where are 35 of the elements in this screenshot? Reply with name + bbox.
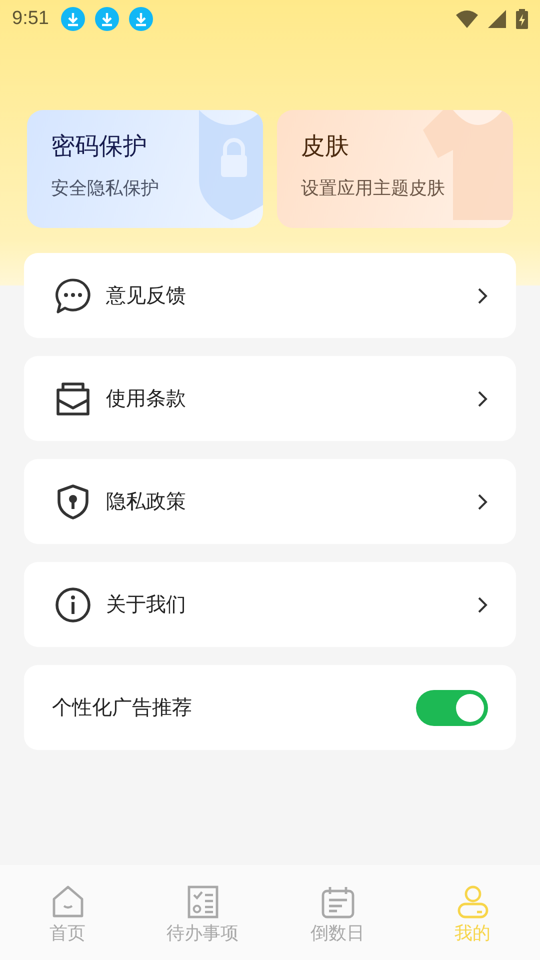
menu-item[interactable]: 隐私政策 — [24, 459, 516, 544]
mail-icon — [54, 380, 92, 418]
card-subtitle: 安全隐私保护 — [51, 177, 160, 200]
menu-label: 意见反馈 — [106, 282, 187, 309]
menu-item[interactable]: 意见反馈 — [24, 253, 516, 338]
menu-item[interactable]: 使用条款 — [24, 356, 516, 441]
feature-card[interactable]: 皮肤 设置应用主题皮肤 — [277, 110, 513, 228]
download-icon — [60, 7, 85, 31]
feature-card[interactable]: 密码保护 安全隐私保护 — [27, 110, 263, 228]
download-icon — [128, 7, 153, 31]
chevron-icon — [478, 494, 488, 510]
status-time: 9:51 — [12, 8, 49, 30]
menu-item[interactable]: 关于我们 — [24, 562, 516, 647]
calendar-icon — [320, 885, 354, 919]
chevron-icon — [478, 288, 488, 304]
setting-label: 个性化广告推荐 — [52, 694, 193, 721]
home-icon — [50, 885, 84, 919]
chevron-icon — [478, 390, 488, 406]
menu-label: 使用条款 — [106, 385, 187, 412]
menu-label: 关于我们 — [106, 591, 187, 618]
signal-icon — [488, 10, 506, 28]
checklist-icon — [186, 885, 220, 919]
toggle-switch[interactable] — [416, 690, 488, 726]
info-icon — [54, 586, 92, 624]
menu-label: 隐私政策 — [106, 488, 187, 515]
chat-icon — [54, 276, 92, 314]
chevron-icon — [478, 596, 488, 612]
card-title: 皮肤 — [301, 131, 349, 162]
shield-icon — [199, 110, 263, 220]
user-icon — [456, 885, 490, 919]
wifi-icon — [456, 10, 478, 28]
card-subtitle: 设置应用主题皮肤 — [301, 177, 446, 200]
battery-icon — [516, 9, 528, 29]
card-title: 密码保护 — [51, 131, 147, 162]
download-icon — [94, 7, 119, 31]
